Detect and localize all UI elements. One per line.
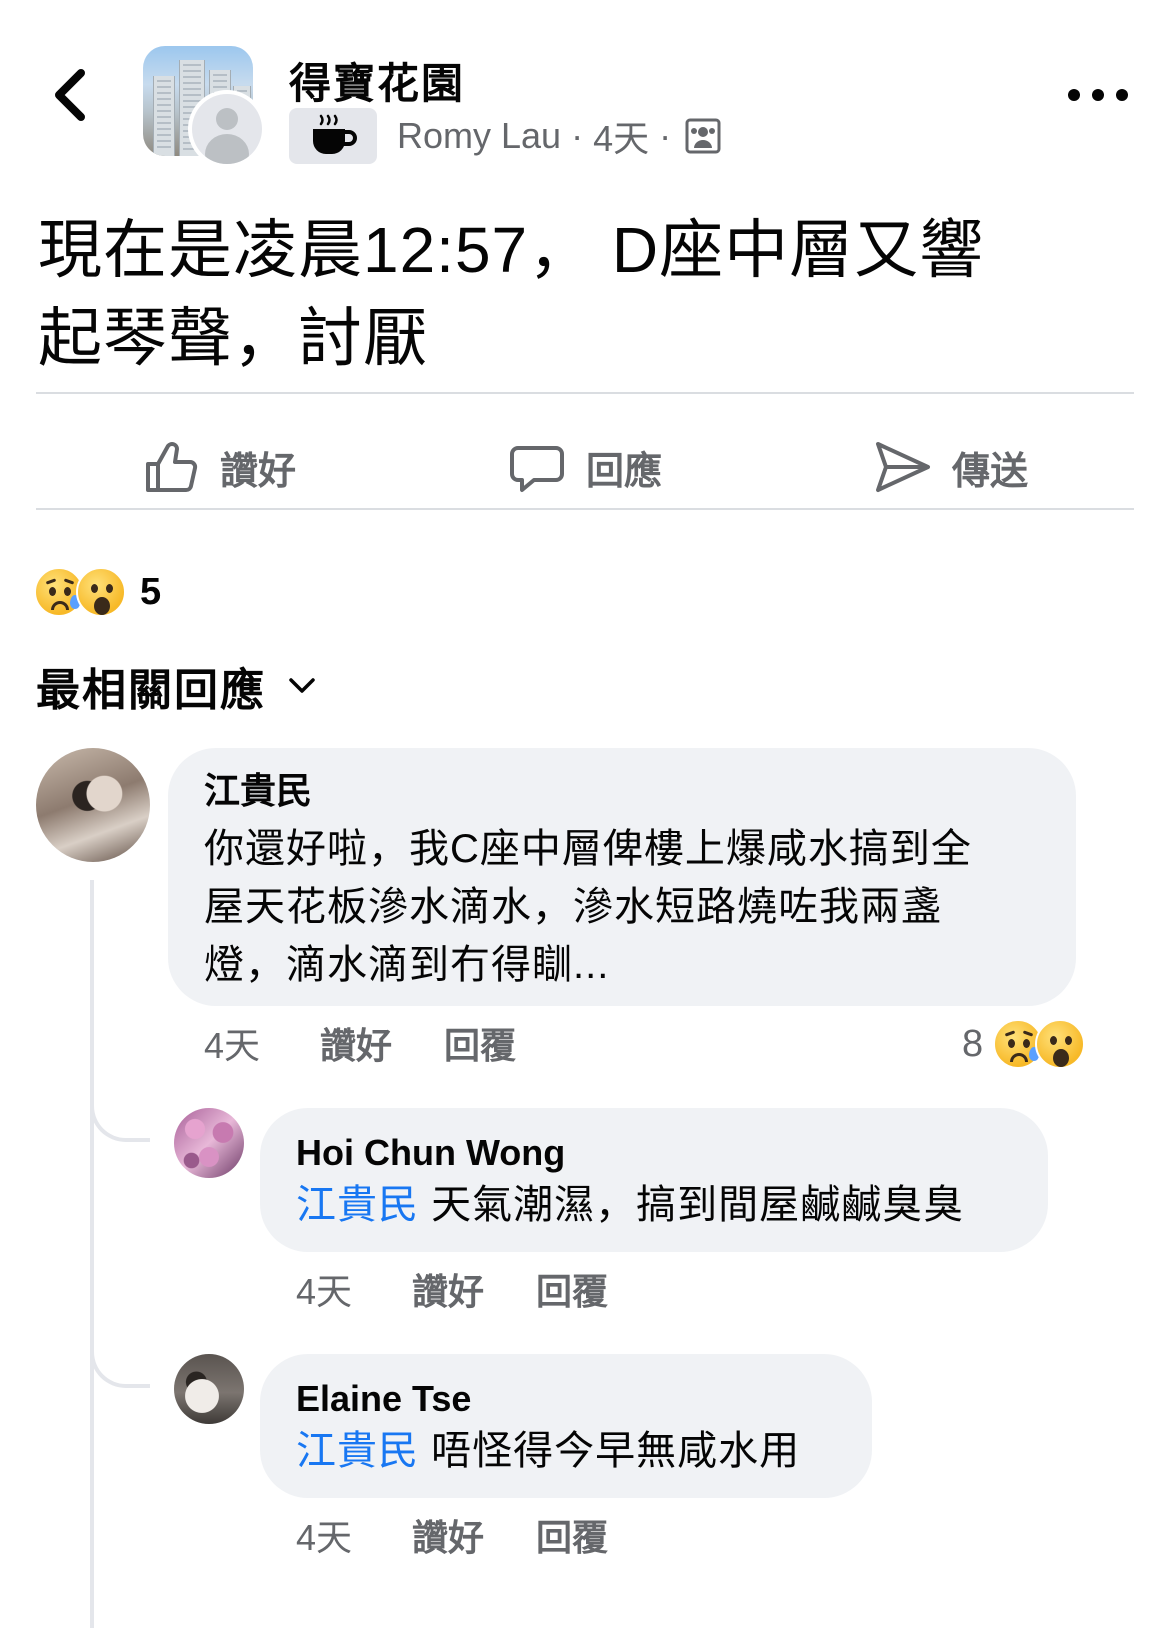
comment-time[interactable]: 4天 bbox=[296, 1509, 412, 1561]
more-dot-icon bbox=[1092, 89, 1104, 101]
reaction-count: 5 bbox=[140, 570, 162, 613]
comment-button[interactable]: 回應 bbox=[402, 438, 768, 496]
reply-thread-line bbox=[90, 880, 94, 1628]
comment-label: 回應 bbox=[585, 450, 662, 493]
comment-author[interactable]: Elaine Tse bbox=[296, 1376, 836, 1422]
post-meta: Romy Lau · 4天 · bbox=[289, 108, 721, 164]
comment-like-button[interactable]: 讚好 bbox=[412, 1263, 484, 1315]
like-label: 讚好 bbox=[219, 450, 296, 493]
chevron-down-icon bbox=[289, 678, 315, 693]
comment-reply-button[interactable]: 回覆 bbox=[536, 1509, 608, 1561]
post-text-line: 起琴聲，討厭 bbox=[38, 302, 428, 374]
sort-label: 最相關回應 bbox=[36, 666, 266, 715]
comment-reaction-summary[interactable]: 8 bbox=[962, 1018, 1086, 1070]
comment-text-line: 燈，滴水滴到冇得瞓... bbox=[204, 943, 610, 987]
comment-bubble: Elaine Tse 江貴民 唔怪得今早無咸水用 bbox=[260, 1354, 872, 1498]
comment-text: 你還好啦，我C座中層俾樓上爆咸水搞到全 屋天花板滲水滴水，滲水短路燒咗我兩盞 燈… bbox=[204, 820, 1040, 994]
post-text: 現在是凌晨12:57， D座中層又響 起琴聲，討厭 bbox=[38, 206, 1148, 382]
mention-link[interactable]: 江貴民 bbox=[296, 1429, 419, 1473]
comment-actions: 4天 讚好 回覆 bbox=[296, 1264, 660, 1314]
comment-text: 江貴民 唔怪得今早無咸水用 bbox=[296, 1422, 836, 1480]
avatar[interactable] bbox=[36, 748, 150, 862]
comment-actions: 4天 讚好 回覆 bbox=[204, 1018, 568, 1068]
comment-like-button[interactable]: 讚好 bbox=[320, 1017, 392, 1069]
post-time[interactable]: 4天 bbox=[593, 110, 649, 162]
send-arrow-icon bbox=[875, 442, 930, 492]
wow-reaction-icon bbox=[1035, 1019, 1086, 1069]
comment-text-line: 你還好啦，我C座中層俾樓上爆咸水搞到全 bbox=[204, 827, 972, 871]
comment-reply-button[interactable]: 回覆 bbox=[444, 1017, 516, 1069]
comment-author[interactable]: Hoi Chun Wong bbox=[296, 1130, 1012, 1176]
comment-reply-button[interactable]: 回覆 bbox=[536, 1263, 608, 1315]
comment-like-button[interactable]: 讚好 bbox=[412, 1509, 484, 1561]
comment-bubble: Hoi Chun Wong 江貴民 天氣潮濕，搞到間屋鹹鹹臭臭 bbox=[260, 1108, 1048, 1252]
wow-reaction-icon bbox=[76, 567, 126, 617]
post-text-line: 現在是凌晨12:57， D座中層又響 bbox=[38, 214, 985, 286]
like-button[interactable]: 讚好 bbox=[36, 438, 402, 496]
comment-author[interactable]: 江貴民 bbox=[204, 768, 1040, 814]
coffee-badge[interactable] bbox=[289, 108, 377, 164]
comment-actions: 4天 讚好 回覆 bbox=[296, 1510, 660, 1560]
comment-time[interactable]: 4天 bbox=[296, 1263, 412, 1315]
default-profile-icon bbox=[192, 94, 262, 164]
thumbs-up-icon bbox=[145, 442, 198, 492]
send-button[interactable]: 傳送 bbox=[768, 438, 1134, 496]
post-author[interactable]: Romy Lau bbox=[397, 115, 561, 157]
comment-time[interactable]: 4天 bbox=[204, 1017, 320, 1069]
comment-text-body: 唔怪得今早無咸水用 bbox=[419, 1429, 801, 1473]
mention-link[interactable]: 江貴民 bbox=[296, 1183, 419, 1227]
divider bbox=[36, 392, 1134, 394]
chevron-left-icon bbox=[55, 69, 85, 121]
comment-sort-dropdown[interactable]: 最相關回應 bbox=[36, 654, 316, 718]
group-name[interactable]: 得寶花園 bbox=[289, 50, 465, 111]
post-header: 得寶花園 Romy Lau · 4天 · bbox=[0, 0, 1170, 180]
more-dot-icon bbox=[1116, 89, 1128, 101]
more-dot-icon bbox=[1068, 89, 1080, 101]
avatar[interactable] bbox=[174, 1354, 244, 1424]
comment-bubble-icon bbox=[509, 446, 564, 492]
reaction-summary[interactable]: 5 bbox=[34, 566, 161, 618]
more-options-button[interactable] bbox=[1068, 80, 1128, 110]
meta-separator: · bbox=[659, 115, 672, 156]
author-avatar[interactable] bbox=[188, 90, 266, 168]
avatar[interactable] bbox=[174, 1108, 244, 1178]
send-label: 傳送 bbox=[951, 450, 1028, 493]
comment-text-body: 天氣潮濕，搞到間屋鹹鹹臭臭 bbox=[419, 1183, 965, 1227]
comment-text-line: 屋天花板滲水滴水，滲水短路燒咗我兩盞 bbox=[204, 885, 942, 929]
group-privacy-icon bbox=[685, 118, 721, 154]
back-button[interactable] bbox=[40, 60, 100, 130]
comment-reaction-count: 8 bbox=[962, 1022, 984, 1065]
coffee-cup-icon bbox=[313, 114, 357, 154]
reply-thread-branch bbox=[90, 1102, 150, 1142]
reply-thread-branch bbox=[90, 1348, 150, 1388]
meta-separator: · bbox=[571, 115, 584, 156]
comment-bubble: 江貴民 你還好啦，我C座中層俾樓上爆咸水搞到全 屋天花板滲水滴水，滲水短路燒咗我… bbox=[168, 748, 1076, 1006]
divider bbox=[36, 508, 1134, 510]
comment-text: 江貴民 天氣潮濕，搞到間屋鹹鹹臭臭 bbox=[296, 1176, 1012, 1234]
